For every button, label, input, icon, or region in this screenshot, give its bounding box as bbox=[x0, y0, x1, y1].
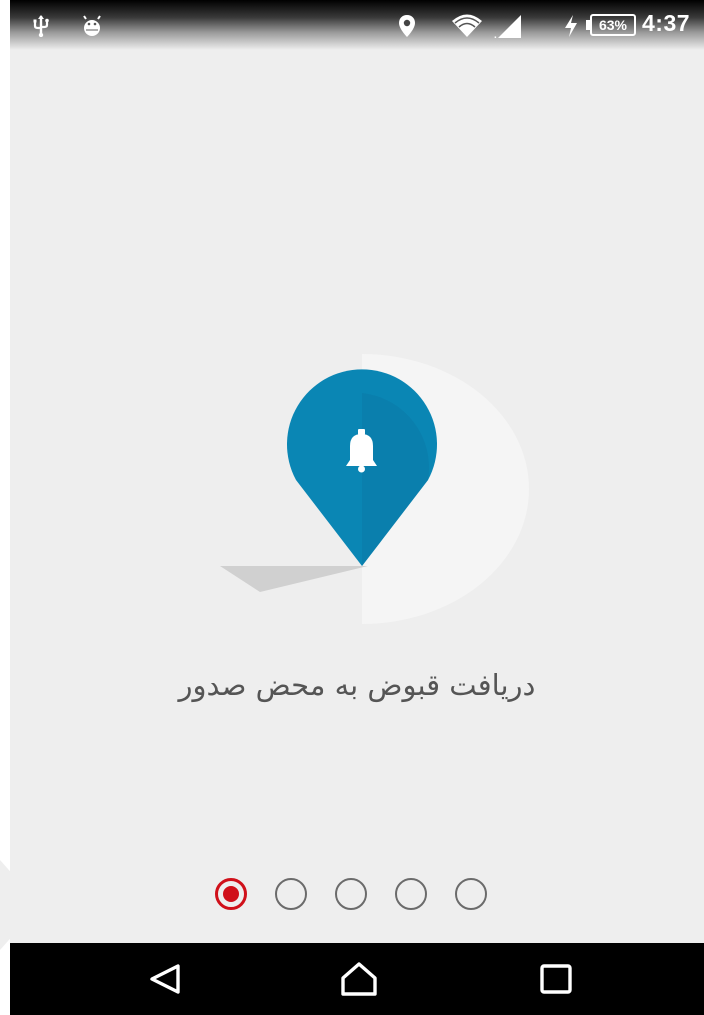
home-icon bbox=[341, 962, 377, 996]
android-debug-icon bbox=[80, 13, 104, 39]
battery-indicator: 63% bbox=[590, 14, 636, 36]
onboarding-screen: . 63% 4:37 دریافت قبوض به محض صدور bbox=[10, 0, 704, 1015]
back-icon bbox=[150, 964, 180, 994]
page-indicator bbox=[215, 876, 487, 912]
edge-decoration bbox=[0, 860, 40, 950]
page-dot-4[interactable] bbox=[395, 878, 427, 910]
usb-icon bbox=[30, 13, 52, 39]
recents-button[interactable] bbox=[534, 957, 578, 1001]
page-dot-1[interactable] bbox=[215, 878, 247, 910]
location-icon bbox=[395, 13, 419, 39]
onboarding-illustration bbox=[190, 340, 550, 640]
status-clock: 4:37 bbox=[642, 10, 691, 36]
battery-percent: 63% bbox=[598, 17, 628, 33]
svg-text:.: . bbox=[494, 30, 497, 39]
status-bar: . 63% 4:37 bbox=[10, 0, 704, 50]
page-dot-3[interactable] bbox=[335, 878, 367, 910]
charging-icon bbox=[562, 13, 580, 39]
navigation-bar bbox=[10, 943, 704, 1015]
page-dot-2[interactable] bbox=[275, 878, 307, 910]
recents-icon bbox=[540, 964, 572, 994]
page-dot-5[interactable] bbox=[455, 878, 487, 910]
wifi-icon bbox=[450, 13, 484, 39]
back-button[interactable] bbox=[143, 957, 187, 1001]
cell-signal-icon: . bbox=[490, 13, 524, 39]
home-button[interactable] bbox=[337, 957, 381, 1001]
onboarding-caption: دریافت قبوض به محض صدور bbox=[178, 668, 536, 702]
